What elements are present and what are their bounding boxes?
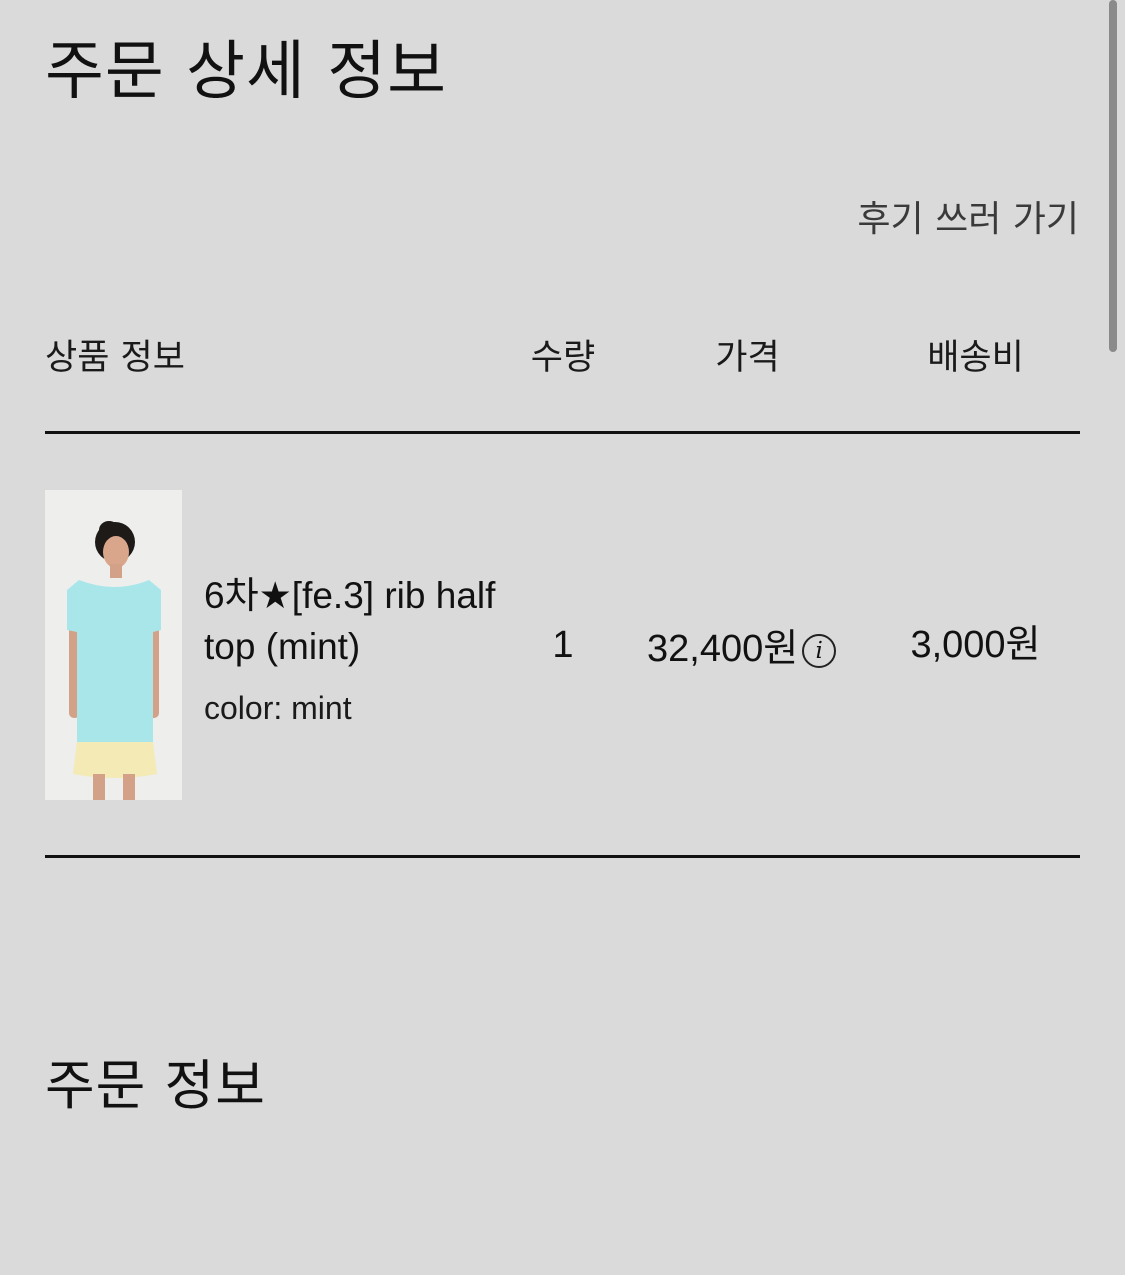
column-header-price: 가격 bbox=[715, 338, 780, 378]
column-header-product: 상품 정보 bbox=[45, 338, 185, 378]
quantity-value: 1 bbox=[552, 624, 574, 666]
order-table-header: 상품 정보 수량 가격 배송비 bbox=[45, 336, 1080, 384]
table-top-divider bbox=[45, 431, 1080, 434]
shipping-fee-value: 3,000원 bbox=[910, 624, 1041, 666]
page-title: 주문 상세 정보 bbox=[45, 35, 447, 109]
price-cell: 32,400원 i bbox=[647, 626, 837, 672]
scrollbar[interactable] bbox=[1109, 0, 1117, 352]
product-photo-image bbox=[45, 490, 182, 800]
column-header-quantity: 수량 bbox=[530, 338, 596, 378]
table-bottom-divider bbox=[45, 855, 1080, 858]
write-review-link[interactable]: 후기 쓰러 가기 bbox=[857, 198, 1079, 242]
info-icon[interactable]: i bbox=[802, 634, 837, 668]
product-option: color: mint bbox=[204, 690, 352, 726]
product-thumbnail[interactable] bbox=[45, 490, 182, 800]
order-info-title: 주문 정보 bbox=[45, 1054, 266, 1117]
column-header-shipping: 배송비 bbox=[927, 338, 1024, 378]
price-value: 32,400원 bbox=[647, 628, 799, 670]
product-name[interactable]: 6차★[fe.3] rib half top (mint) bbox=[204, 570, 504, 672]
table-row: 6차★[fe.3] rib half top (mint) color: min… bbox=[45, 490, 1080, 800]
